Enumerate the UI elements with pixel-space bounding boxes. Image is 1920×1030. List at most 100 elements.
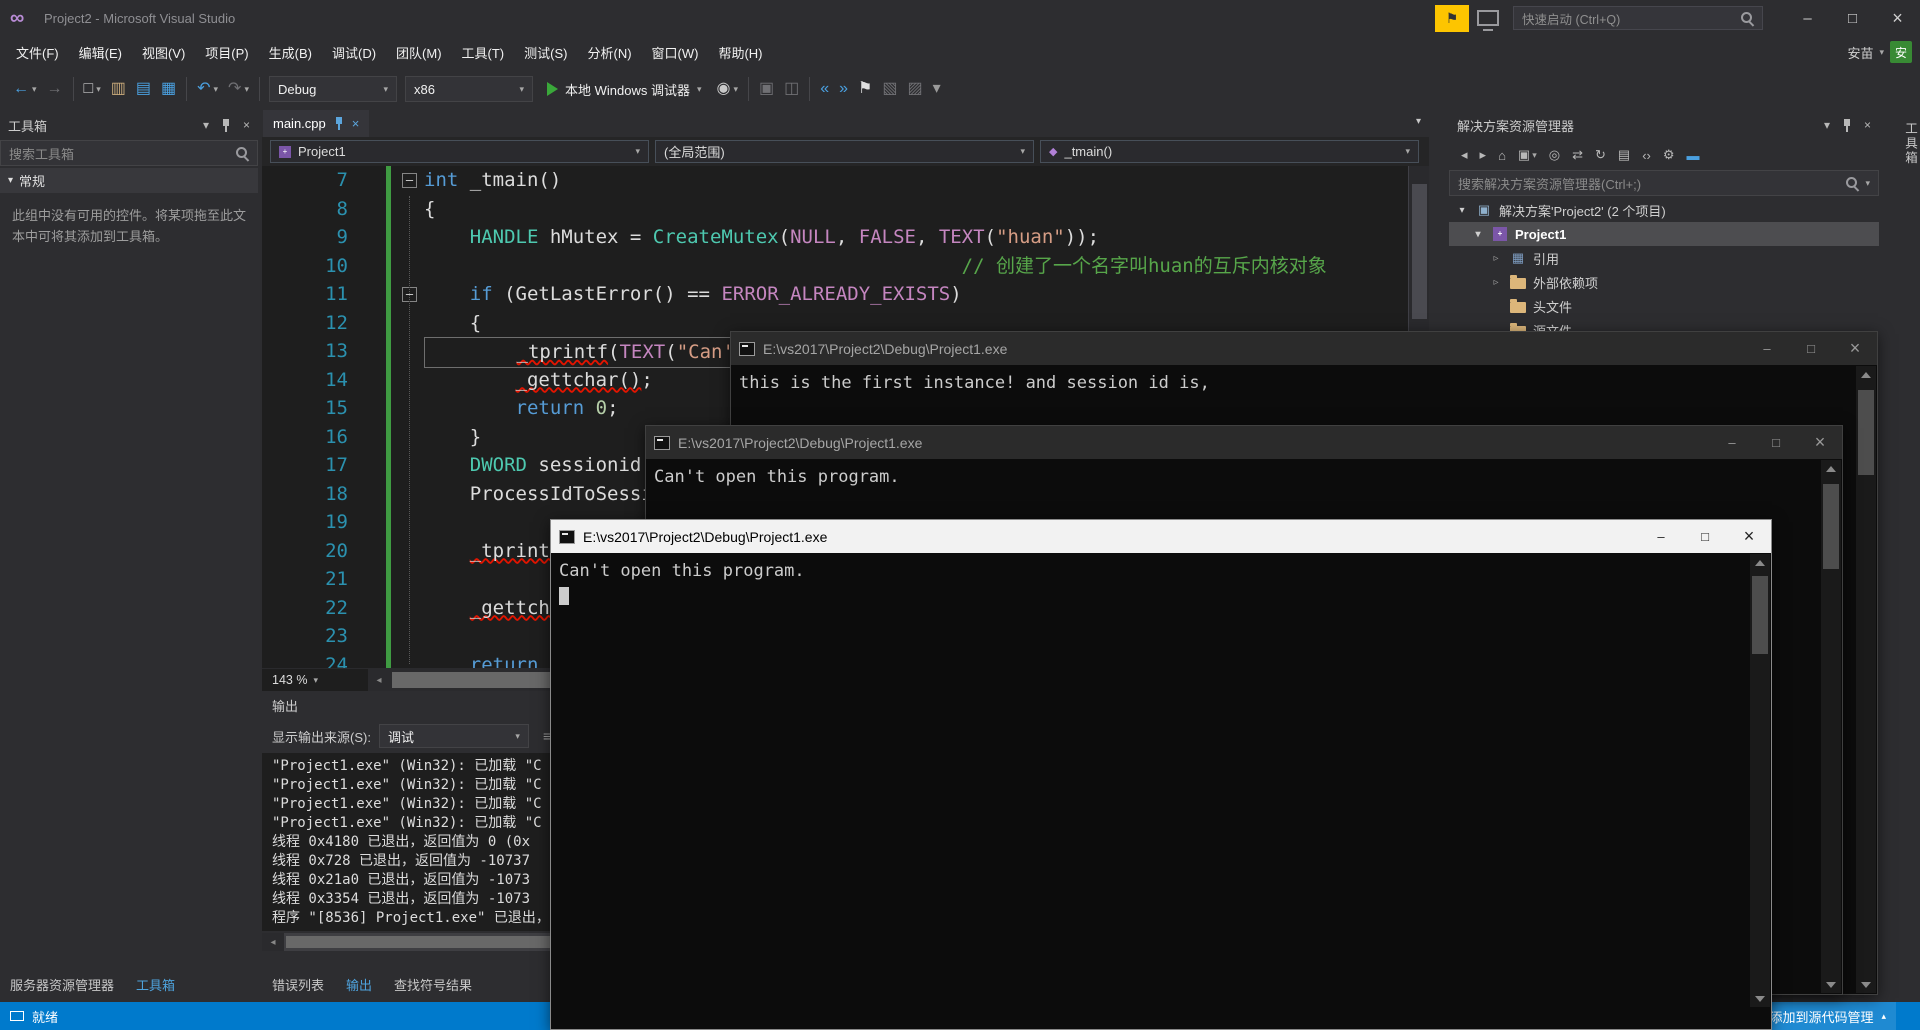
menu-item-6[interactable]: 调试(D) (322, 37, 386, 68)
toolbox-section-general[interactable]: ▾ 常规 (0, 168, 258, 193)
menu-item-3[interactable]: 视图(V) (132, 37, 195, 68)
add-to-source-control-button[interactable]: 添加到源代码管理 ▴ (1759, 1002, 1896, 1030)
menu-item-9[interactable]: 测试(S) (514, 37, 577, 68)
open-file-button[interactable]: ▥ (106, 75, 131, 103)
navigate-back-button[interactable]: ←▾ (8, 75, 42, 103)
code-line-7[interactable]: 7int _tmain() (262, 166, 1429, 195)
navigate-forward-button[interactable]: → (42, 75, 68, 103)
scroll-left-icon[interactable]: ◂ (368, 669, 390, 691)
pin-icon[interactable] (221, 119, 231, 132)
maximize-button[interactable] (1830, 0, 1875, 36)
console-scrollbar[interactable] (1750, 554, 1770, 1007)
redo-button[interactable]: ↷▾ (223, 75, 254, 103)
chevron-down-icon[interactable]: ▾ (1824, 118, 1830, 132)
scroll-up-icon[interactable] (1821, 460, 1841, 477)
code-line-9[interactable]: 9 HANDLE hMutex = CreateMutex(NULL, FALS… (262, 223, 1429, 252)
user-name[interactable]: 安苗 (1847, 43, 1873, 62)
undo-button[interactable]: ↶▾ (192, 75, 223, 103)
toolbox-search-input[interactable]: 搜索工具箱 (0, 140, 258, 166)
menu-item-7[interactable]: 团队(M) (386, 37, 452, 68)
close-button[interactable] (1833, 332, 1877, 365)
code-line-11[interactable]: 11 if (GetLastError() == ERROR_ALREADY_E… (262, 280, 1429, 309)
menu-item-10[interactable]: 分析(N) (577, 37, 641, 68)
save-all-button[interactable]: ▦ (156, 75, 181, 103)
panel-tab-center-1[interactable]: 错误列表 (272, 975, 324, 994)
minimize-button[interactable] (1785, 0, 1830, 36)
panel-tab-left-2[interactable]: 工具箱 (136, 975, 175, 994)
scroll-down-icon[interactable] (1821, 976, 1841, 993)
scroll-left-icon[interactable]: ◂ (262, 933, 284, 951)
panel-tab-left-1[interactable]: 服务器资源管理器 (10, 975, 114, 994)
solution-configuration-combo[interactable]: Debug▾ (269, 76, 397, 102)
close-icon[interactable]: × (352, 116, 360, 131)
close-button[interactable] (1727, 520, 1771, 553)
toolbar-overflow-button[interactable]: ▾ (928, 75, 946, 103)
menu-item-1[interactable]: 文件(F) (6, 37, 69, 68)
method-dropdown[interactable]: ◆ _tmain() ▾ (1040, 140, 1419, 163)
minimize-button[interactable] (1639, 520, 1683, 553)
console-titlebar[interactable]: E:\vs2017\Project2\Debug\Project1.exe (731, 332, 1877, 365)
console-scrollbar[interactable] (1821, 460, 1841, 993)
menu-item-5[interactable]: 生成(B) (259, 37, 322, 68)
console-titlebar[interactable]: E:\vs2017\Project2\Debug\Project1.exe (646, 426, 1842, 459)
tree-item-1[interactable]: 解决方案'Project2' (2 个项目) (1449, 198, 1879, 222)
tree-item-3[interactable]: 引用 (1449, 246, 1879, 270)
maximize-button[interactable] (1683, 520, 1727, 553)
console-scrollbar[interactable] (1856, 366, 1876, 993)
fold-collapse-icon[interactable] (402, 173, 417, 188)
console-window-3[interactable]: E:\vs2017\Project2\Debug\Project1.exe Ca… (550, 519, 1772, 1030)
feedback-flag-icon[interactable]: ⚑ (1435, 5, 1469, 32)
pin-icon[interactable] (334, 117, 344, 130)
menu-item-2[interactable]: 编辑(E) (69, 37, 132, 68)
find-in-files-button[interactable]: ▣ (754, 75, 779, 103)
comment-button[interactable]: ▧ (877, 75, 902, 103)
titlebar[interactable]: ∞ Project2 - Microsoft Visual Studio ⚑ 快… (0, 0, 1920, 36)
console-titlebar[interactable]: E:\vs2017\Project2\Debug\Project1.exe (551, 520, 1771, 553)
solution-explorer-search-input[interactable]: 搜索解决方案资源管理器(Ctrl+;) ▾ (1449, 170, 1879, 196)
profiler-button[interactable]: ◉▾ (711, 75, 743, 103)
tab-main-cpp[interactable]: main.cpp × (263, 110, 369, 137)
maximize-button[interactable] (1789, 332, 1833, 365)
tree-item-5[interactable]: 头文件 (1449, 294, 1879, 318)
chevron-down-icon[interactable]: ▾ (203, 118, 209, 132)
forward-icon[interactable]: ▸ (1476, 147, 1491, 163)
back-icon[interactable]: ◂ (1457, 147, 1472, 163)
pin-icon[interactable] (1842, 119, 1852, 132)
start-debugging-button[interactable]: 本地 Windows 调试器▾ (537, 75, 712, 103)
uncomment-button[interactable]: ▨ (903, 75, 928, 103)
close-button[interactable] (1875, 0, 1920, 36)
close-button[interactable] (1798, 426, 1842, 459)
menu-item-12[interactable]: 帮助(H) (708, 37, 772, 68)
switch-views-icon[interactable]: ▣▾ (1514, 147, 1541, 163)
close-icon[interactable]: × (1864, 118, 1871, 132)
project-dropdown[interactable]: + Project1 ▾ (270, 140, 649, 163)
send-feedback-icon[interactable] (1477, 10, 1499, 26)
scroll-down-icon[interactable] (1750, 990, 1770, 1007)
scope-dropdown[interactable]: (全局范围) ▾ (655, 140, 1034, 163)
view-code-icon[interactable]: ‹› (1638, 148, 1655, 163)
close-icon[interactable]: × (243, 118, 250, 132)
panel-tab-center-2[interactable]: 输出 (346, 975, 372, 994)
tree-item-2[interactable]: +Project1 (1449, 222, 1879, 246)
bookmark-button[interactable]: ⚑ (853, 75, 877, 103)
scroll-up-icon[interactable] (1856, 366, 1876, 383)
menu-item-8[interactable]: 工具(T) (452, 37, 515, 68)
solution-platform-combo[interactable]: x86▾ (405, 76, 533, 102)
quick-launch-input[interactable]: 快速启动 (Ctrl+Q) (1513, 6, 1763, 30)
home-icon[interactable]: ⌂ (1494, 148, 1510, 163)
scroll-up-icon[interactable] (1750, 554, 1770, 571)
menu-item-11[interactable]: 窗口(W) (642, 37, 709, 68)
zoom-selector[interactable]: 143 % ▾ (262, 673, 368, 687)
tree-item-4[interactable]: 外部依赖项 (1449, 270, 1879, 294)
panel-tab-center-3[interactable]: 查找符号结果 (394, 975, 472, 994)
outdent-button[interactable]: « (815, 75, 834, 103)
minimize-button[interactable] (1710, 426, 1754, 459)
save-button[interactable]: ▤ (131, 75, 156, 103)
minimize-button[interactable] (1745, 332, 1789, 365)
pending-changes-icon[interactable]: ◎ (1545, 147, 1564, 163)
show-all-files-icon[interactable]: ▤ (1614, 147, 1634, 163)
autohide-tab-toolbox[interactable]: 工具箱 (1879, 122, 1920, 166)
refresh-icon[interactable]: ↻ (1591, 147, 1610, 163)
tab-well-dropdown-icon[interactable]: ▾ (1416, 116, 1421, 127)
code-line-8[interactable]: 8{ (262, 195, 1429, 224)
